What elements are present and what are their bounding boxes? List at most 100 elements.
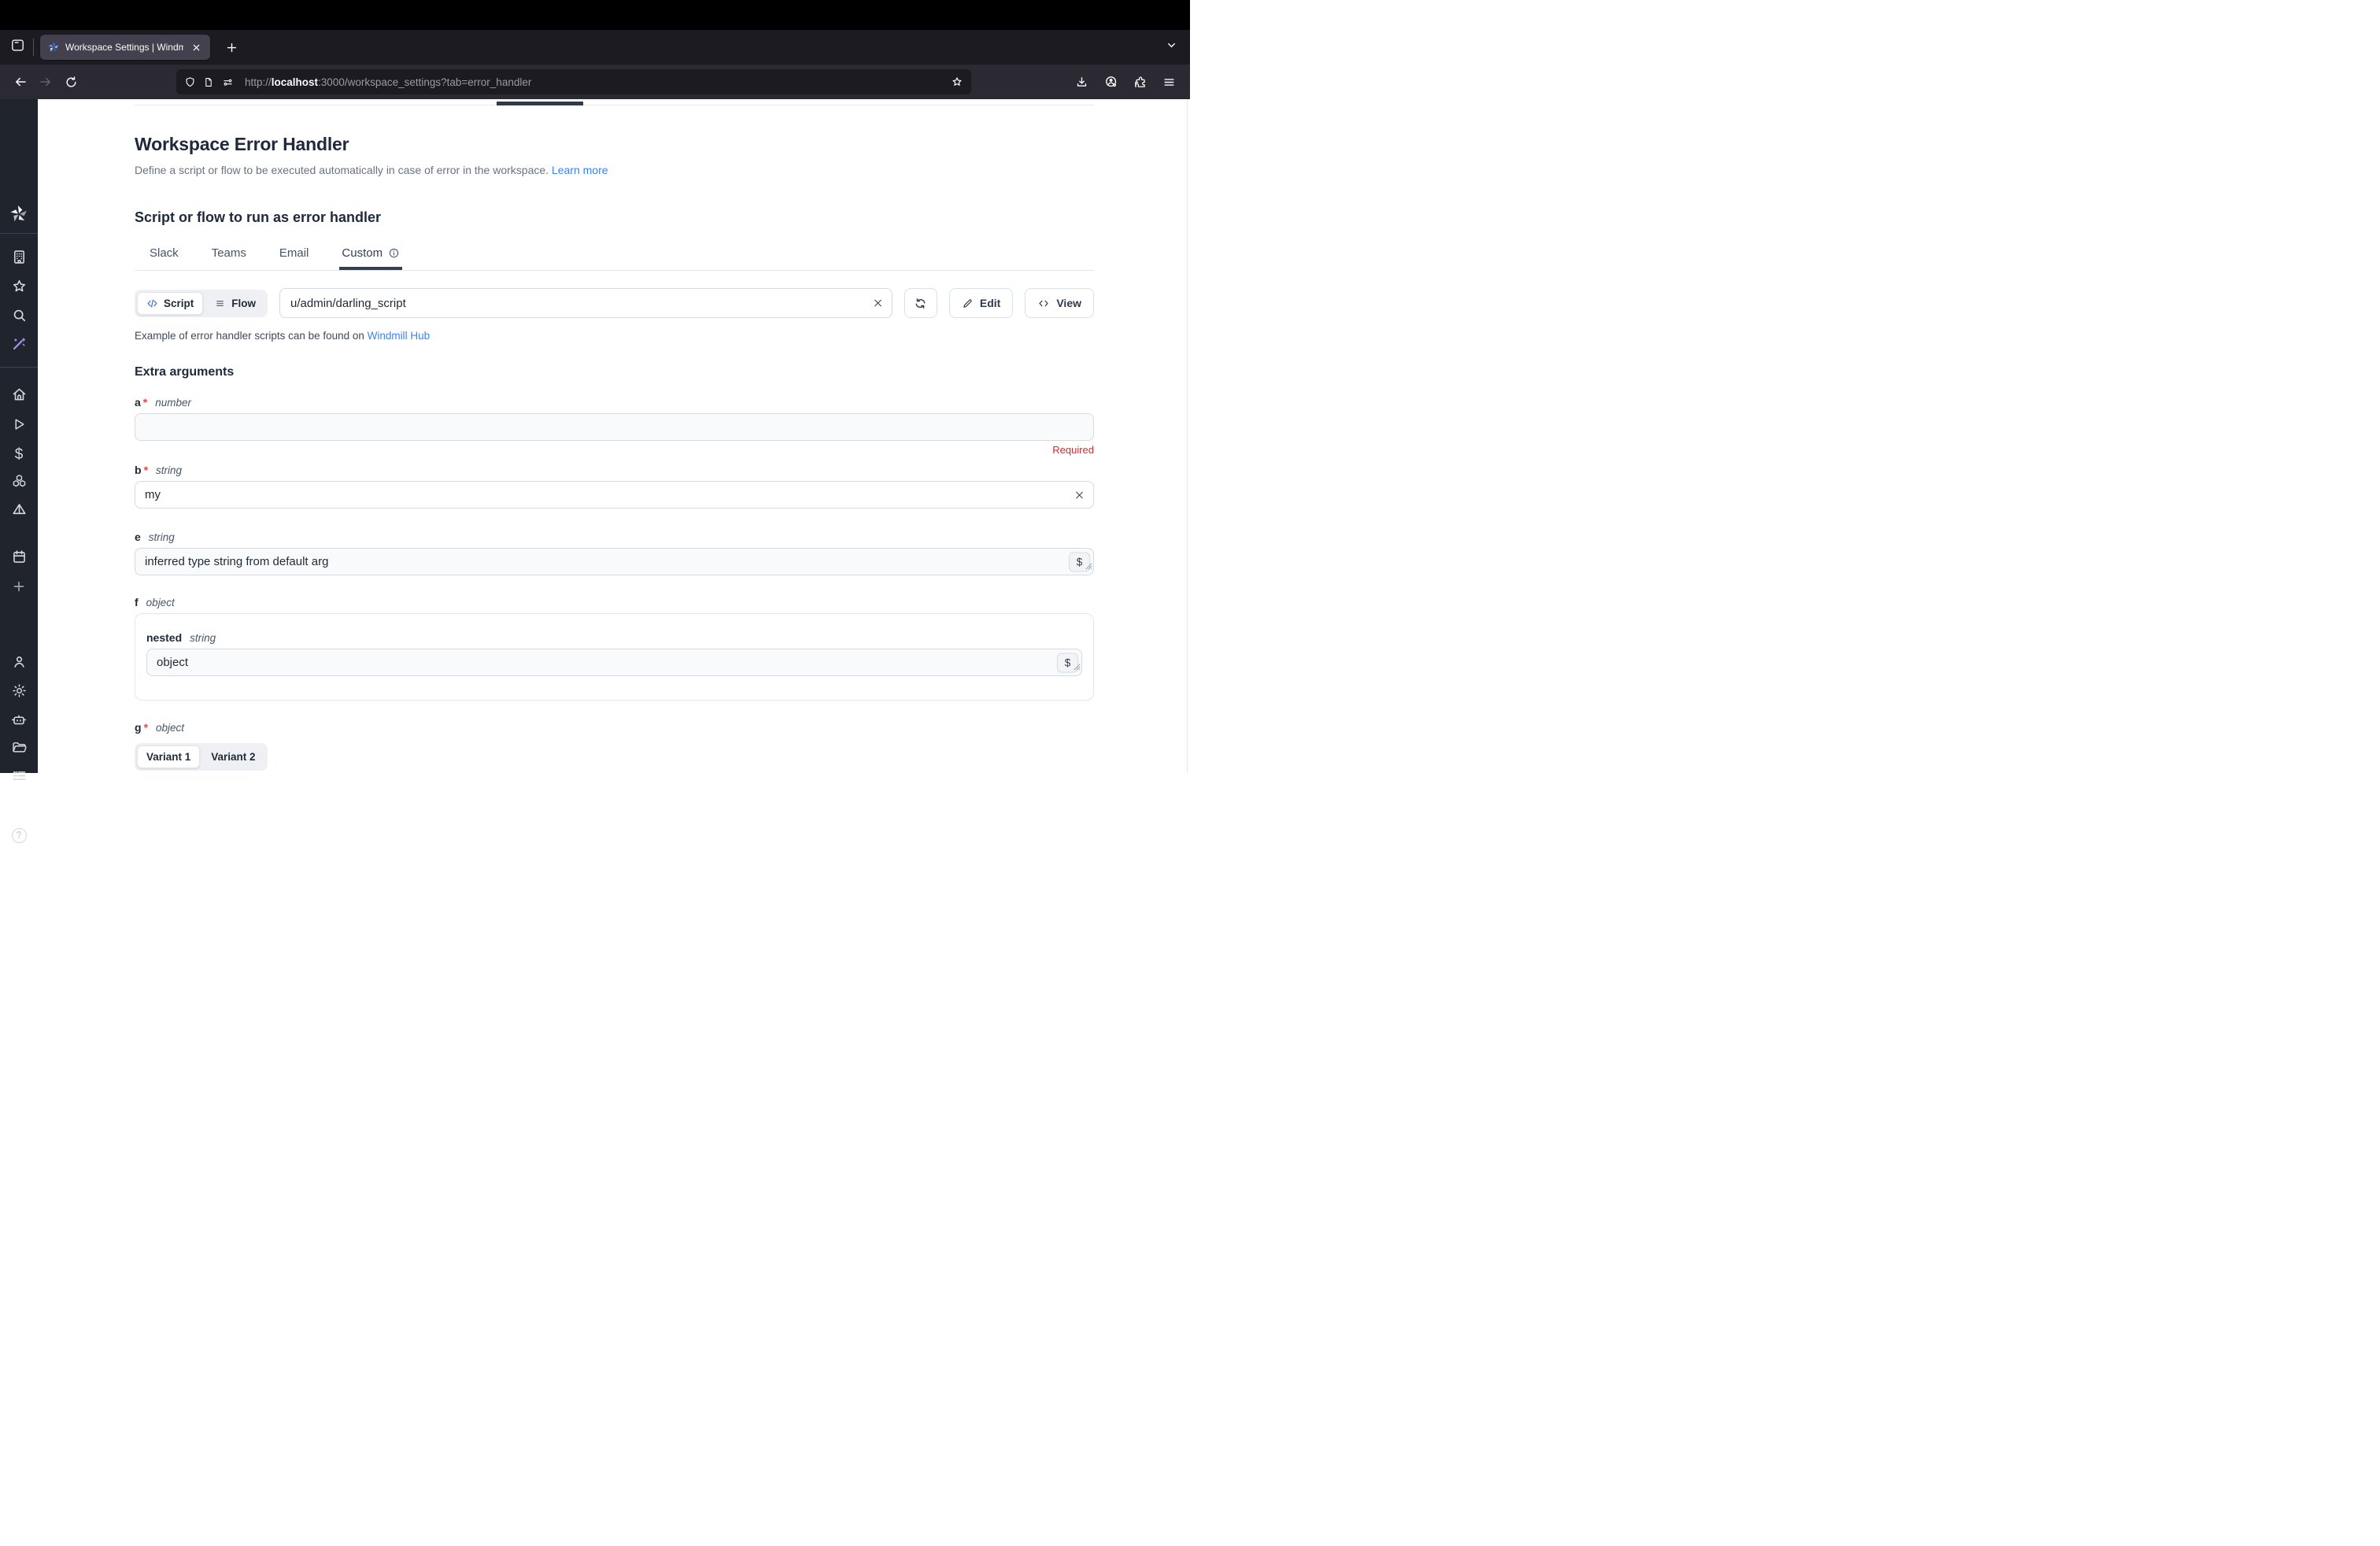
field-f-nested-input[interactable] (146, 649, 1082, 676)
forward-button[interactable] (33, 69, 58, 94)
menu-button[interactable] (1156, 69, 1182, 94)
url-path: :3000/workspace_settings?tab=error_handl… (318, 76, 531, 88)
sidebar-item-help[interactable]: ? (0, 825, 38, 845)
windmill-logo[interactable] (0, 204, 38, 224)
pencil-icon (962, 298, 974, 309)
field-a: a* number Required (135, 396, 1094, 456)
settings-active-tab-indicator (497, 102, 583, 105)
sidebar-item-add[interactable] (0, 578, 38, 598)
field-g: g* object Variant 1 Variant 2 foo string… (135, 721, 1094, 773)
extra-arguments-title: Extra arguments (135, 365, 1094, 379)
browser-tab[interactable]: Workspace Settings | Windmill (40, 35, 210, 60)
tab-custom[interactable]: Custom (339, 242, 402, 270)
script-picker-row: Script Flow (135, 288, 1094, 318)
sidebar-item-workers[interactable] (0, 711, 38, 731)
required-marker: * (144, 464, 148, 476)
toolbar-right-cluster (1069, 69, 1182, 94)
description-text: Define a script or flow to be executed a… (135, 164, 549, 176)
calendar-icon (11, 549, 28, 569)
field-b-clear-button[interactable] (1074, 489, 1085, 501)
flow-toggle-button[interactable]: Flow (205, 292, 265, 315)
firefox-view-icon (10, 38, 25, 57)
field-a-input[interactable] (135, 413, 1094, 441)
field-name: nested (146, 631, 182, 644)
sidebar-item-folders[interactable] (0, 739, 38, 760)
field-f: f object nested string $ (135, 596, 1094, 701)
url-text[interactable]: http://localhost:3000/workspace_settings… (245, 76, 944, 88)
sidebar-collapse-button[interactable] (0, 850, 38, 871)
clear-path-button[interactable] (872, 298, 884, 309)
sidebar-item-account[interactable] (0, 653, 38, 674)
new-tab-button[interactable] (220, 35, 243, 59)
sidebar-item-workspace[interactable] (0, 249, 38, 269)
sidebar-item-queues[interactable] (0, 767, 38, 788)
home-icon (11, 386, 28, 407)
bookmark-star-icon[interactable] (951, 76, 963, 88)
account-button[interactable] (1098, 69, 1124, 94)
view-button[interactable]: View (1025, 288, 1094, 318)
windmill-hub-link[interactable]: Windmill Hub (368, 330, 431, 342)
downloads-button[interactable] (1069, 69, 1095, 94)
back-button[interactable] (8, 69, 33, 94)
field-f-object-box: nested string $ (135, 613, 1094, 701)
url-scheme: http:// (245, 76, 272, 88)
extensions-button[interactable] (1127, 69, 1153, 94)
sidebar-item-ai[interactable] (0, 335, 38, 356)
page-info-icon[interactable] (203, 76, 214, 88)
tab-custom-label: Custom (342, 246, 382, 260)
help-icon: ? (12, 828, 27, 843)
field-a-label: a* number (135, 396, 1094, 409)
sidebar-item-favorites[interactable] (0, 278, 38, 298)
url-bar[interactable]: http://localhost:3000/workspace_settings… (176, 69, 971, 94)
field-e-input[interactable] (135, 548, 1094, 575)
sidebar-item-calendar[interactable] (0, 549, 38, 569)
sidebar-item-runs[interactable] (0, 416, 38, 436)
refresh-button[interactable] (904, 288, 937, 318)
view-button-label: View (1056, 297, 1081, 309)
field-b-label: b* string (135, 464, 1094, 476)
section-title: Script or flow to run as error handler (135, 209, 1094, 226)
script-path-input[interactable] (279, 288, 893, 318)
field-f-template-button[interactable]: $ (1057, 653, 1078, 672)
sidebar-item-settings[interactable] (0, 682, 38, 703)
field-f-nested-label: nested string (146, 631, 1082, 644)
shield-icon[interactable] (184, 76, 196, 88)
field-f-label: f object (135, 596, 1094, 608)
tab-slack[interactable]: Slack (147, 242, 181, 270)
refresh-icon (914, 297, 927, 310)
arrow-right-icon (12, 851, 27, 870)
required-marker: * (143, 396, 147, 409)
field-name: b (135, 464, 142, 476)
flow-toggle-label: Flow (231, 298, 256, 309)
field-e-template-button[interactable]: $ (1069, 552, 1090, 571)
field-g-label: g* object (135, 721, 1094, 734)
browser-tab-strip: Workspace Settings | Windmill (0, 30, 1190, 65)
script-toggle-label: Script (164, 298, 194, 309)
tab-close-button[interactable] (189, 40, 203, 54)
info-icon (388, 247, 400, 259)
tab-email[interactable]: Email (277, 242, 312, 270)
list-all-tabs-button[interactable] (1160, 36, 1182, 58)
sidebar-item-resources[interactable] (0, 472, 38, 493)
permissions-icon[interactable] (221, 76, 235, 88)
field-type: object (146, 597, 175, 608)
script-toggle-button[interactable]: Script (137, 292, 203, 315)
variant-1-button[interactable]: Variant 1 (137, 745, 200, 768)
field-b-input[interactable] (135, 481, 1094, 509)
edit-button[interactable]: Edit (949, 288, 1013, 318)
plus-icon (11, 579, 27, 598)
learn-more-link[interactable]: Learn more (552, 164, 608, 176)
field-type: string (156, 464, 182, 476)
sidebar-item-variables[interactable]: $ (0, 444, 38, 464)
sidebar-item-search[interactable] (0, 307, 38, 327)
tab-teams[interactable]: Teams (209, 242, 249, 270)
play-icon (11, 416, 27, 436)
sidebar-item-schedules[interactable] (0, 501, 38, 522)
sidebar-item-home[interactable] (0, 386, 38, 407)
scrollbar-track[interactable] (1187, 99, 1188, 773)
dollar-icon: $ (15, 447, 24, 462)
handler-type-tabs: Slack Teams Email Custom (135, 242, 1094, 271)
firefox-view-button[interactable] (5, 35, 30, 60)
variant-2-button[interactable]: Variant 2 (201, 745, 264, 768)
reload-button[interactable] (58, 69, 83, 94)
